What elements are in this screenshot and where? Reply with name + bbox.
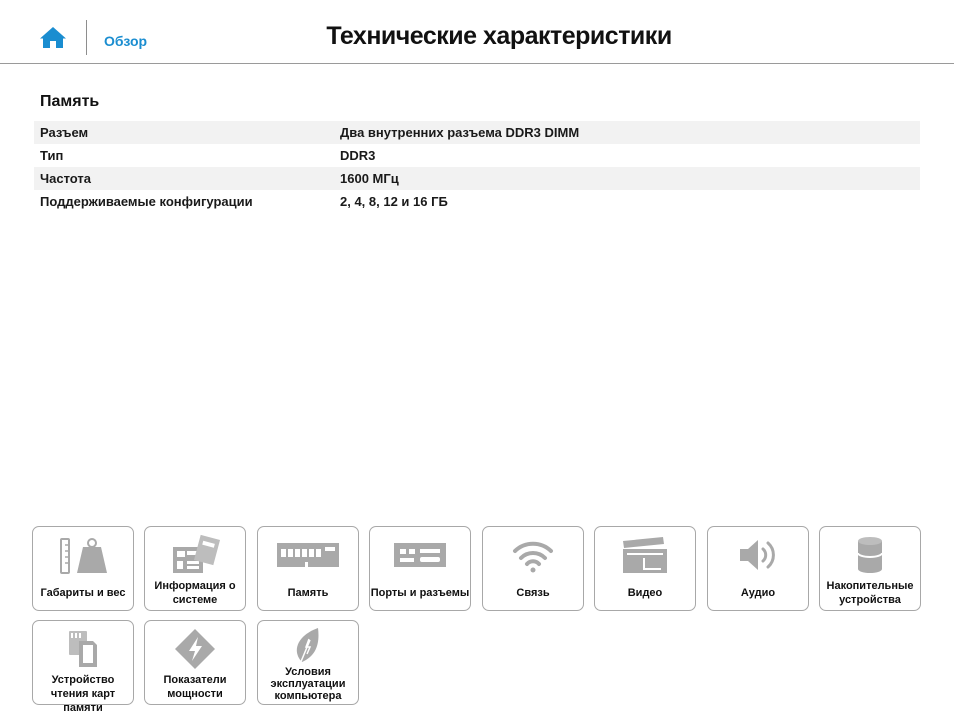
spec-row: Частота 1600 МГц <box>34 167 920 190</box>
spec-value: Два внутренних разъема DDR3 DIMM <box>340 125 580 140</box>
tile-label: Связь <box>516 587 550 599</box>
tile-communication[interactable]: Связь <box>482 526 584 611</box>
tile-label: Показатели мощности <box>163 674 227 700</box>
tile-system-info[interactable]: Информация о системе <box>144 526 246 611</box>
spec-label: Поддерживаемые конфигурации <box>40 194 253 209</box>
tile-label: Порты и разъемы <box>370 587 470 599</box>
tile-memory[interactable]: Память <box>257 526 359 611</box>
spec-row: Разъем Два внутренних разъема DDR3 DIMM <box>34 121 920 144</box>
tile-ports[interactable]: Порты и разъемы <box>369 526 471 611</box>
spec-row: Тип DDR3 <box>34 144 920 167</box>
tile-label: Устройство чтения карт памяти <box>50 674 116 714</box>
power-bolt-icon <box>145 625 245 673</box>
ports-icon <box>370 531 470 579</box>
tile-label: Условия эксплуатации компьютера <box>270 666 346 702</box>
tile-video[interactable]: Видео <box>594 526 696 611</box>
spec-value: 2, 4, 8, 12 и 16 ГБ <box>340 194 448 209</box>
spec-label: Частота <box>40 171 92 186</box>
spec-label: Разъем <box>40 125 89 140</box>
tile-label: Габариты и вес <box>40 587 126 599</box>
tile-label: Видео <box>627 587 663 599</box>
tile-label: Накопительные устройства <box>826 580 914 606</box>
weight-ruler-icon <box>33 531 133 579</box>
tile-label: Память <box>287 587 329 599</box>
tile-audio[interactable]: Аудио <box>707 526 809 611</box>
top-bar: Обзор Технические характеристики <box>0 0 954 64</box>
spec-table: Разъем Два внутренних разъема DDR3 DIMM … <box>34 121 920 213</box>
clapperboard-icon <box>595 531 695 579</box>
spec-value: 1600 МГц <box>340 171 399 186</box>
speaker-icon <box>708 531 808 579</box>
tile-card-reader[interactable]: Устройство чтения карт памяти <box>32 620 134 714</box>
tile-environment[interactable]: Условия эксплуатации компьютера <box>257 620 359 705</box>
memory-module-icon <box>258 531 358 579</box>
tile-storage[interactable]: Накопительные устройства <box>819 526 921 611</box>
page-title-text: Технические характеристики <box>326 22 672 50</box>
spec-label: Тип <box>40 148 64 163</box>
tile-power[interactable]: Показатели мощности <box>144 620 246 705</box>
spec-row: Поддерживаемые конфигурации 2, 4, 8, 12 … <box>34 190 920 213</box>
section-title: Память <box>40 93 100 110</box>
wifi-icon <box>483 531 583 579</box>
memory-card-icon <box>33 625 133 673</box>
storage-cylinder-icon <box>820 531 920 579</box>
tile-dimensions-weight[interactable]: Габариты и вес <box>32 526 134 611</box>
page-title: Технические характеристики <box>0 22 954 51</box>
spec-value: DDR3 <box>340 148 376 163</box>
motherboard-icon <box>145 531 245 579</box>
tile-label: Информация о системе <box>154 580 236 606</box>
tile-label: Аудио <box>740 587 776 599</box>
leaf-icon <box>258 625 358 665</box>
